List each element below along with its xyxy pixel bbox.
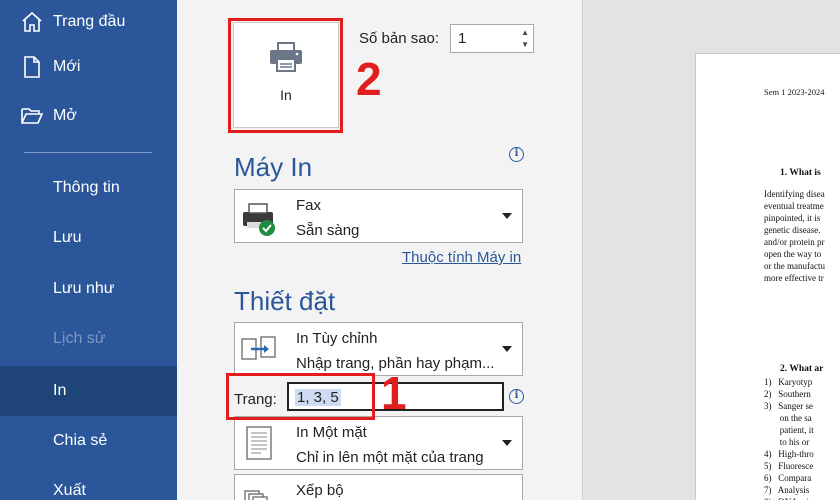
copies-value: 1	[458, 30, 467, 47]
open-folder-icon	[21, 108, 44, 124]
print-preview-pane: Sem 1 2023-2024 1. What is Identifying d…	[582, 0, 840, 500]
sidebar-item-label: Mới	[53, 58, 81, 75]
print-range-title: In Tùy chỉnh	[296, 330, 378, 347]
print-sides-description: Chỉ in lên một mặt của trang	[296, 449, 484, 466]
sidebar-item-new[interactable]: Mới	[0, 45, 177, 89]
collate-icon	[244, 490, 268, 500]
sidebar-item-label: Trang đầu	[53, 13, 126, 30]
preview-heading-2: 2. What ar	[780, 364, 824, 374]
pages-field-highlight	[226, 373, 375, 420]
new-document-icon	[24, 56, 40, 78]
copies-label: Số bản sao:	[359, 30, 440, 47]
chevron-down-icon	[502, 346, 512, 352]
sidebar-item-label: Xuất	[53, 482, 86, 499]
home-icon	[22, 11, 42, 32]
sidebar-item-save[interactable]: Lưu	[0, 216, 177, 260]
printer-properties-link[interactable]: Thuộc tính Máy in	[402, 249, 521, 266]
preview-list: 1) Karyotyp 2) Southern 3) Sanger se on …	[764, 377, 814, 500]
info-icon[interactable]: i	[509, 147, 524, 162]
preview-paragraph: Identifying disea eventual treatme pinpo…	[764, 189, 825, 283]
one-sided-page-icon	[246, 426, 272, 460]
sidebar-item-label: Lưu như	[53, 280, 115, 297]
sidebar-item-label: Mở	[53, 107, 77, 124]
preview-heading-1: 1. What is	[780, 168, 821, 178]
print-sides-dropdown[interactable]: In Một mặt Chỉ in lên một mặt của trang	[234, 416, 523, 470]
print-sides-title: In Một mặt	[296, 424, 367, 441]
sidebar-item-label: In	[53, 382, 67, 399]
sidebar-item-print[interactable]: In	[0, 366, 177, 416]
collate-dropdown[interactable]: Xếp bộ	[234, 474, 523, 500]
sidebar-item-info[interactable]: Thông tin	[0, 166, 177, 210]
copies-stepper[interactable]: 1 ▲ ▼	[450, 24, 534, 53]
info-icon[interactable]: i	[509, 389, 524, 404]
collate-title: Xếp bộ	[296, 482, 344, 499]
chevron-down-icon	[502, 213, 512, 219]
custom-pages-icon	[241, 336, 276, 360]
backstage-sidebar: Trang đầu Mới Mở Thông tin Lưu Lưu như L…	[0, 0, 177, 500]
sidebar-item-share[interactable]: Chia sẻ	[0, 419, 177, 463]
settings-section-title: Thiết đặt	[234, 286, 336, 316]
sidebar-item-open[interactable]: Mở	[0, 94, 177, 138]
sidebar-item-home[interactable]: Trang đầu	[0, 0, 177, 44]
sidebar-item-label: Thông tin	[53, 179, 120, 196]
fax-printer-icon	[243, 203, 275, 236]
sidebar-item-export[interactable]: Xuất	[0, 469, 177, 500]
printer-status: Sẵn sàng	[296, 222, 360, 239]
preview-header: Sem 1 2023-2024	[764, 87, 825, 97]
chevron-down-icon	[502, 440, 512, 446]
step-2-label: 2	[356, 53, 382, 105]
sidebar-item-label: Lưu	[53, 229, 82, 246]
printer-dropdown[interactable]: Fax Sẵn sàng	[234, 189, 523, 243]
print-range-dropdown[interactable]: In Tùy chỉnh Nhập trang, phần hay phạm..…	[234, 322, 523, 376]
printer-section-title: Máy In	[234, 152, 313, 182]
sidebar-item-history: Lịch sử	[0, 317, 177, 361]
sidebar-item-save-as[interactable]: Lưu như	[0, 267, 177, 311]
sidebar-divider	[24, 152, 152, 153]
preview-page: Sem 1 2023-2024 1. What is Identifying d…	[695, 53, 840, 500]
spin-arrows-icon[interactable]: ▲ ▼	[521, 27, 529, 51]
step-1-label: 1	[381, 367, 407, 419]
printer-name: Fax	[296, 197, 322, 214]
preview-divider	[582, 0, 583, 500]
sidebar-item-label: Lịch sử	[53, 330, 106, 347]
sidebar-item-label: Chia sẻ	[53, 432, 108, 449]
print-button-highlight	[228, 18, 343, 133]
